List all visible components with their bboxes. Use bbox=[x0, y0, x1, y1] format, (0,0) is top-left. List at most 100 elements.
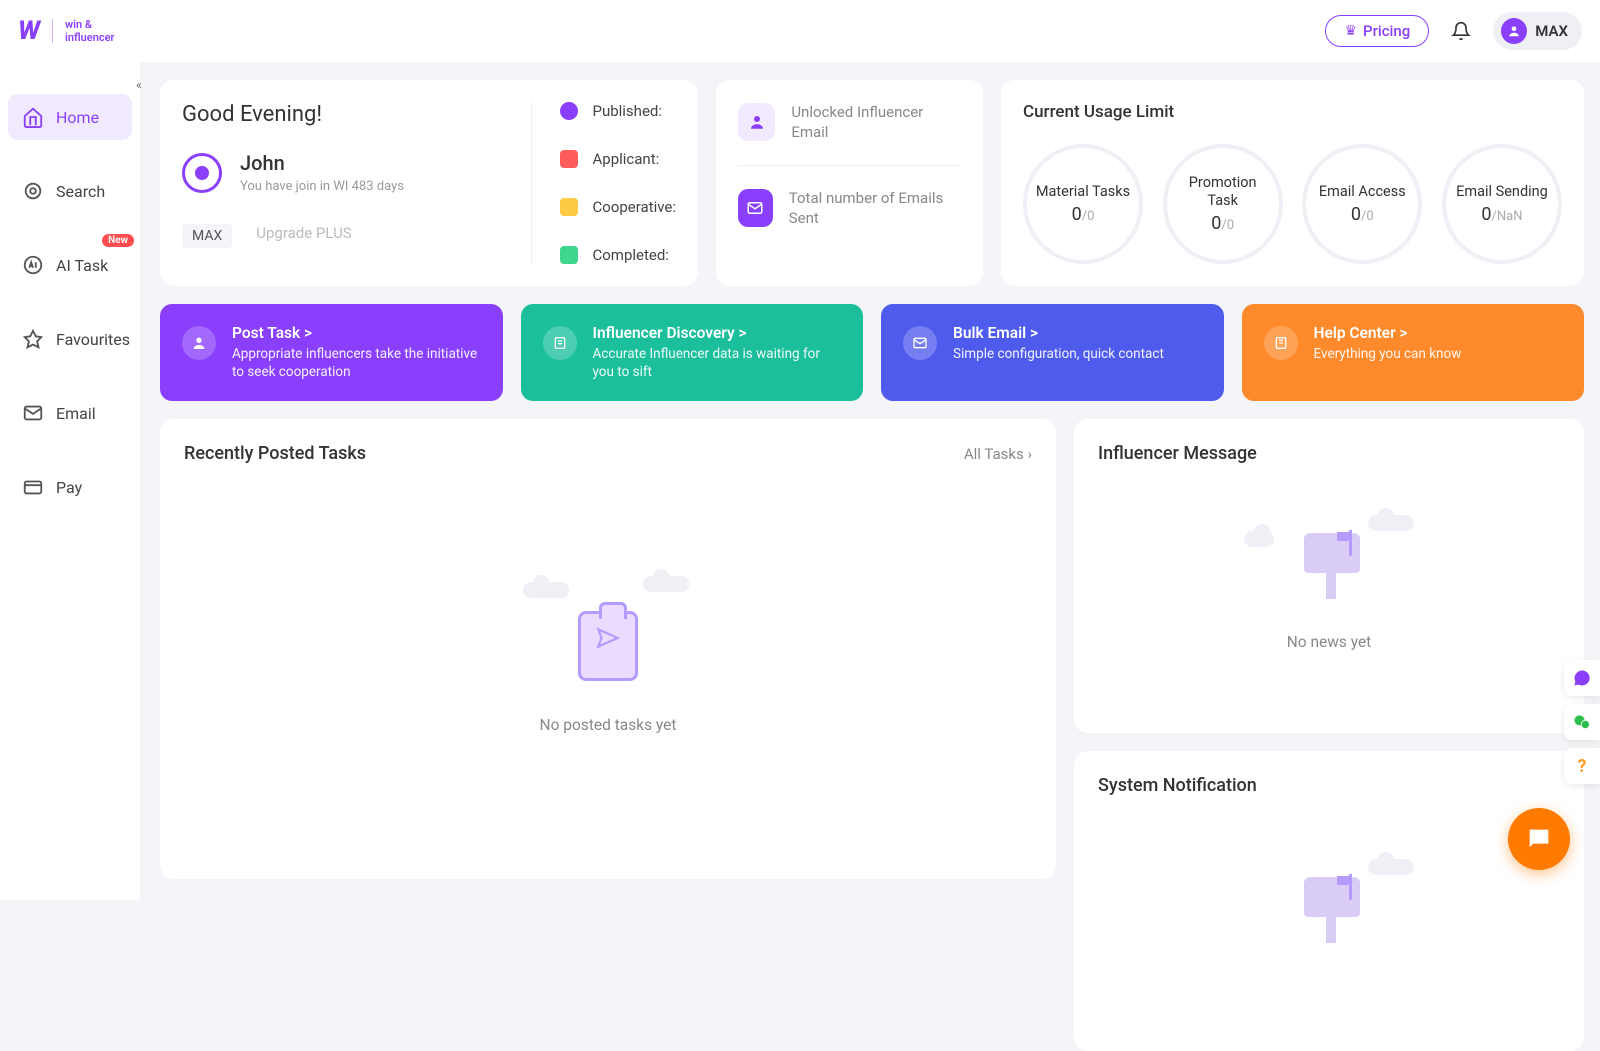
recent-tasks-panel: Recently Posted Tasks All Tasks › No pos… bbox=[160, 419, 1056, 879]
action-title: Help Center > bbox=[1314, 324, 1462, 342]
sidebar-item-label: Pay bbox=[56, 478, 82, 497]
target-icon bbox=[22, 180, 44, 202]
usage-card: Current Usage Limit Material Tasks0/0 Pr… bbox=[1001, 80, 1584, 286]
sidebar: « Home Search AI Task New Favourites Ema… bbox=[0, 62, 140, 900]
sidebar-item-favourites[interactable]: Favourites bbox=[8, 316, 132, 362]
dot-icon bbox=[560, 198, 578, 216]
pricing-label: Pricing bbox=[1363, 22, 1410, 40]
metric-label: Unlocked Influencer Email bbox=[791, 102, 961, 143]
help-icon[interactable]: ? bbox=[1564, 748, 1600, 784]
sidebar-item-search[interactable]: Search bbox=[8, 168, 132, 214]
action-discovery[interactable]: Influencer Discovery > Accurate Influence… bbox=[521, 304, 864, 401]
usage-title: Current Usage Limit bbox=[1023, 102, 1562, 122]
ring-email-access: Email Access0/0 bbox=[1302, 144, 1422, 264]
all-tasks-link[interactable]: All Tasks › bbox=[964, 445, 1032, 463]
chat-bubble-icon[interactable] bbox=[1564, 660, 1600, 696]
sidebar-item-label: Favourites bbox=[56, 330, 130, 349]
stat-cooperative: Cooperative: bbox=[560, 198, 676, 216]
action-title: Bulk Email > bbox=[953, 324, 1164, 342]
brand-line1: win & bbox=[65, 18, 114, 31]
divider bbox=[52, 19, 53, 43]
unlocked-emails: Unlocked Influencer Email bbox=[738, 102, 961, 143]
system-notification-panel: System Notification bbox=[1074, 751, 1584, 1051]
panel-title: System Notification bbox=[1098, 775, 1257, 796]
home-icon bbox=[22, 106, 44, 128]
action-post-task[interactable]: Post Task > Appropriate influencers take … bbox=[160, 304, 503, 401]
ring-num: 0 bbox=[1072, 204, 1082, 225]
empty-state: No posted tasks yet bbox=[184, 464, 1032, 846]
stat-completed: Completed: bbox=[560, 246, 676, 264]
action-bulk-email[interactable]: Bulk Email >Simple configuration, quick … bbox=[881, 304, 1224, 401]
document-icon bbox=[543, 326, 577, 360]
empty-state: No news yet bbox=[1098, 464, 1560, 700]
dot-icon bbox=[560, 246, 578, 264]
collapse-icon[interactable]: « bbox=[136, 78, 142, 93]
action-desc: Appropriate influencers take the initiat… bbox=[232, 346, 481, 381]
user-label: MAX bbox=[1535, 22, 1568, 40]
sidebar-item-home[interactable]: Home bbox=[8, 94, 132, 140]
crown-icon: ♛ bbox=[1344, 23, 1357, 39]
sidebar-item-pay[interactable]: Pay bbox=[8, 464, 132, 510]
bottom-row: Recently Posted Tasks All Tasks › No pos… bbox=[160, 419, 1584, 1051]
greeting-title: Good Evening! bbox=[182, 102, 511, 127]
sidebar-item-email[interactable]: Email bbox=[8, 390, 132, 436]
ring-label: Material Tasks bbox=[1036, 183, 1130, 200]
dot-icon bbox=[560, 102, 578, 120]
topbar: W win & influencer ♛ Pricing MAX bbox=[0, 0, 1600, 62]
ring-num: 0 bbox=[1351, 204, 1361, 225]
sidebar-item-label: Email bbox=[56, 404, 96, 423]
ring-num: 0 bbox=[1211, 213, 1221, 234]
ai-icon bbox=[22, 254, 44, 276]
action-desc: Everything you can know bbox=[1314, 346, 1462, 364]
action-help-center[interactable]: Help Center > Everything you can know bbox=[1242, 304, 1585, 401]
main-content: Good Evening! John You have join in WI 4… bbox=[160, 80, 1584, 1051]
brand-line2: influencer bbox=[65, 31, 114, 44]
person-icon bbox=[738, 103, 775, 141]
new-badge: New bbox=[102, 234, 134, 247]
sidebar-item-label: Home bbox=[56, 108, 99, 127]
action-row: Post Task > Appropriate influencers take … bbox=[160, 304, 1584, 401]
mail-icon bbox=[22, 402, 44, 424]
sidebar-item-ai-task[interactable]: AI Task New bbox=[8, 242, 132, 288]
dot-icon bbox=[560, 150, 578, 168]
ring-label: Promotion Task bbox=[1173, 174, 1273, 209]
ring-den: /NaN bbox=[1492, 209, 1523, 224]
float-column: ? bbox=[1564, 660, 1600, 784]
stat-label: Published: bbox=[592, 102, 662, 120]
ring-label: Email Sending bbox=[1456, 183, 1548, 200]
ring-promotion: Promotion Task0/0 bbox=[1163, 144, 1283, 264]
pricing-button[interactable]: ♛ Pricing bbox=[1325, 15, 1429, 47]
action-desc: Accurate Influencer data is waiting for … bbox=[593, 346, 842, 381]
stat-label: Completed: bbox=[592, 246, 668, 264]
card-icon bbox=[22, 476, 44, 498]
wechat-icon[interactable] bbox=[1564, 704, 1600, 740]
stat-published: Published: bbox=[560, 102, 676, 120]
notifications-icon[interactable] bbox=[1441, 11, 1481, 51]
profile-avatar-icon bbox=[182, 153, 222, 193]
stat-applicant: Applicant: bbox=[560, 150, 676, 168]
logo[interactable]: W win & influencer bbox=[18, 16, 114, 46]
envelope-icon bbox=[903, 326, 937, 360]
user-avatar-icon bbox=[1501, 18, 1527, 44]
empty-text: No news yet bbox=[1287, 633, 1372, 651]
metrics-card: Unlocked Influencer Email Total number o… bbox=[716, 80, 983, 286]
empty-state bbox=[1098, 796, 1560, 1018]
envelope-icon bbox=[738, 189, 773, 227]
star-icon bbox=[22, 328, 44, 350]
ring-label: Email Access bbox=[1319, 183, 1406, 200]
empty-text: No posted tasks yet bbox=[540, 716, 677, 734]
sidebar-item-label: Search bbox=[56, 182, 105, 201]
action-title: Post Task > bbox=[232, 324, 481, 342]
action-title: Influencer Discovery > bbox=[593, 324, 842, 342]
mailbox-illustration bbox=[1244, 857, 1414, 957]
person-icon bbox=[182, 326, 216, 360]
sidebar-item-label: AI Task bbox=[56, 256, 108, 275]
chevron-right-icon: › bbox=[1027, 445, 1032, 463]
link-text: All Tasks bbox=[964, 445, 1024, 463]
chat-fab[interactable] bbox=[1508, 808, 1570, 870]
greeting-joined: You have join in WI 483 days bbox=[240, 179, 404, 194]
upgrade-link[interactable]: Upgrade PLUS bbox=[256, 224, 351, 248]
empty-illustration bbox=[523, 576, 693, 696]
user-menu[interactable]: MAX bbox=[1493, 12, 1582, 50]
panel-title: Influencer Message bbox=[1098, 443, 1257, 464]
